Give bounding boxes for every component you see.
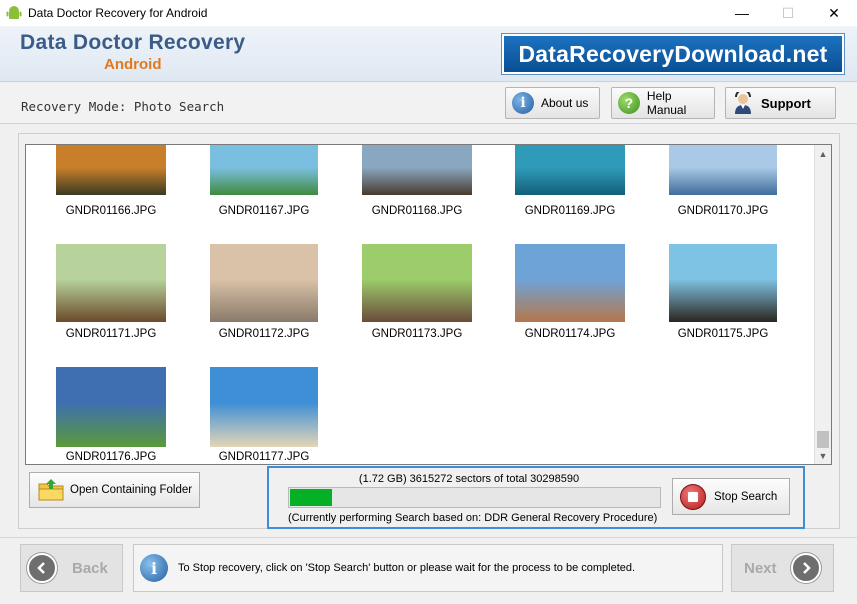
info-message-bar: i To Stop recovery, click on 'Stop Searc… (133, 544, 723, 592)
scroll-up-arrow-icon[interactable]: ▲ (815, 145, 831, 162)
group-selfie-photo (362, 244, 472, 322)
divider (0, 537, 857, 538)
maximize-button[interactable]: ☐ (765, 0, 811, 26)
recovery-mode-label: Recovery Mode: Photo Search (21, 99, 225, 114)
photo-filename: GNDR01174.JPG (524, 328, 616, 340)
arrow-left-icon (27, 553, 57, 583)
android-app-icon (6, 6, 22, 19)
next-label: Next (744, 559, 777, 577)
brand-title: Data Doctor Recovery (20, 31, 246, 54)
header-banner: Data Doctor Recovery Android DataRecover… (0, 26, 857, 82)
support-button[interactable]: Support (725, 87, 836, 119)
info-icon: i (512, 92, 534, 114)
info-icon: i (140, 554, 168, 582)
help-manual-button[interactable]: ? Help Manual (611, 87, 715, 119)
open-folder-label: Open Containing Folder (70, 484, 193, 496)
scroll-down-arrow-icon[interactable]: ▼ (815, 447, 831, 464)
green-hills-photo (56, 367, 166, 447)
progress-bar (288, 487, 661, 508)
rock-arch-beach-photo (210, 367, 318, 447)
close-button[interactable]: ✕ (811, 0, 857, 26)
photo-thumbnail[interactable]: GNDR01177.JPG (199, 145, 329, 464)
support-label: Support (761, 95, 811, 111)
toolbar: Recovery Mode: Photo Search i About us ?… (0, 83, 857, 123)
back-label: Back (72, 559, 108, 577)
brand-subtitle: Android (104, 56, 162, 73)
photo-gallery[interactable]: ▲ ▼ GNDR01166.JPG GNDR01167.JPG GNDR01168.… (25, 144, 832, 465)
sector-stats: (1.72 GB) 3615272 sectors of total 30298… (358, 473, 580, 485)
sea-cave-photo (669, 244, 777, 322)
progress-fill (290, 489, 333, 506)
minimize-button[interactable]: — (719, 0, 765, 26)
support-person-icon (735, 92, 751, 114)
back-button[interactable]: Back (20, 544, 123, 592)
help-manual-label: Help Manual (646, 89, 687, 117)
photo-filename: GNDR01173.JPG (371, 328, 463, 340)
photo-thumbnail[interactable]: GNDR01174.JPG (505, 145, 635, 464)
photo-filename: GNDR01177.JPG (218, 451, 310, 463)
vertical-scrollbar[interactable]: ▲ ▼ (814, 145, 831, 464)
open-containing-folder-button[interactable]: Open Containing Folder (29, 472, 200, 508)
photo-thumbnail[interactable]: GNDR01175.JPG (658, 145, 788, 464)
search-status: (Currently performing Search based on: D… (288, 512, 658, 524)
photo-filename: GNDR01175.JPG (677, 328, 769, 340)
about-us-label: About us (541, 96, 589, 110)
photo-thumbnail[interactable]: GNDR01176.JPG (46, 145, 176, 464)
photo-filename: GNDR01176.JPG (65, 451, 157, 463)
folder-open-icon (38, 479, 64, 501)
next-button[interactable]: Next (731, 544, 834, 592)
arrow-right-icon (790, 553, 821, 583)
photo-thumbnail[interactable]: GNDR01173.JPG (352, 145, 482, 464)
info-message: To Stop recovery, click on 'Stop Search'… (178, 562, 636, 574)
stop-search-label: Stop Search (714, 490, 778, 503)
scrollbar-thumb[interactable] (817, 431, 829, 448)
title-bar: Data Doctor Recovery for Android — ☐ ✕ (0, 0, 857, 26)
window-title: Data Doctor Recovery for Android (28, 6, 208, 20)
progress-panel: (1.72 GB) 3615272 sectors of total 30298… (267, 466, 805, 529)
city-square-photo (515, 244, 625, 322)
stop-icon (680, 483, 706, 510)
question-icon: ? (618, 92, 640, 114)
divider (0, 123, 857, 124)
stop-search-button[interactable]: Stop Search (672, 478, 790, 515)
website-badge[interactable]: DataRecoveryDownload.net (502, 34, 844, 74)
about-us-button[interactable]: i About us (505, 87, 600, 119)
